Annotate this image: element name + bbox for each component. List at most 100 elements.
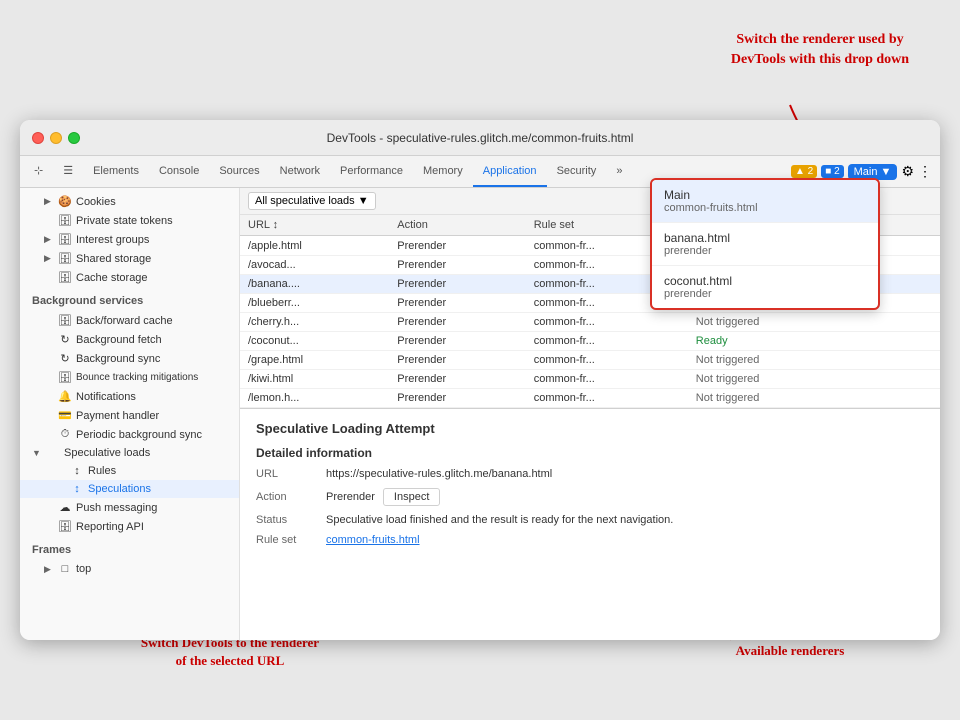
action-value: Prerender [326,491,375,503]
periodic-sync-icon: ⏱ [58,428,72,441]
cell-url: /blueberr... [240,294,389,313]
annotation-top-right: Switch the renderer used by DevTools wit… [710,30,930,69]
cell-action: Prerender [389,332,525,351]
sidebar-item-label: Private state tokens [76,215,173,227]
tab-security[interactable]: Security [547,156,607,187]
sidebar-item-label: Background sync [76,353,160,365]
sidebar-item-cookies[interactable]: ▶ 🍪 Cookies [20,192,239,211]
ruleset-label: Rule set [256,534,326,546]
tab-performance[interactable]: Performance [330,156,413,187]
tab-elements[interactable]: Elements [83,156,149,187]
sidebar-item-payment[interactable]: 💳 Payment handler [20,406,239,425]
renderer-item[interactable]: coconut.html prerender [652,266,878,308]
inspect-button[interactable]: Inspect [383,488,440,506]
bottom-panel: Speculative Loading Attempt Detailed inf… [240,408,940,640]
bottom-panel-subtitle: Detailed information [256,446,924,460]
tab-more[interactable]: » [606,156,632,187]
sidebar-item-top-frame[interactable]: ▶ □ top [20,560,239,578]
col-url[interactable]: URL ↕ [240,215,389,236]
cell-action: Prerender [389,236,525,256]
sidebar-item-bfcache[interactable]: 🗄 Back/forward cache [20,311,239,330]
cell-url: /kiwi.html [240,370,389,389]
sidebar-item-speculative-loads[interactable]: ▼ Speculative loads [20,444,239,462]
settings-icon[interactable]: ⚙ [901,163,914,180]
expand-icon: ▶ [44,564,54,575]
sidebar-item-bounce-tracking[interactable]: 🗄 Bounce tracking mitigations [20,368,239,387]
tab-console[interactable]: Console [149,156,209,187]
sidebar-item-rules[interactable]: ↕ Rules [20,462,239,480]
sidebar-item-interest-groups[interactable]: ▶ 🗄 Interest groups [20,230,239,249]
bounce-icon: 🗄 [58,371,72,384]
sidebar-item-cache-storage[interactable]: 🗄 Cache storage [20,268,239,287]
sidebar-item-reporting-api[interactable]: 🗄 Reporting API [20,517,239,536]
cell-action: Prerender [389,275,525,294]
cell-status: Not triggered [688,370,940,389]
sidebar-item-label: Background fetch [76,334,162,346]
sidebar-item-shared-storage[interactable]: ▶ 🗄 Shared storage [20,249,239,268]
traffic-lights [32,132,80,144]
sidebar-item-bg-sync[interactable]: ↻ Background sync [20,349,239,368]
sidebar-item-label: Interest groups [76,234,149,246]
sidebar-item-label: Periodic background sync [76,429,202,441]
table-row[interactable]: /coconut... Prerender common-fr... Ready [240,332,940,351]
close-button[interactable] [32,132,44,144]
tab-application[interactable]: Application [473,156,547,187]
sidebar-item-notifications[interactable]: 🔔 Notifications [20,387,239,406]
renderer-item-sub: prerender [664,288,866,300]
renderer-dropdown-popup: Main common-fruits.html banana.html prer… [650,178,880,310]
cell-action: Prerender [389,370,525,389]
detail-row-url: URL https://speculative-rules.glitch.me/… [256,468,924,480]
cell-status: Not triggered [688,351,940,370]
table-row[interactable]: /cherry.h... Prerender common-fr... Not … [240,313,940,332]
bg-fetch-icon: ↻ [58,333,72,346]
renderer-item-sub: common-fruits.html [664,202,866,214]
table-row[interactable]: /lemon.h... Prerender common-fr... Not t… [240,389,940,408]
tab-cursor-icon[interactable]: ⊹ [24,156,53,187]
sidebar-item-label: Reporting API [76,521,144,533]
sidebar-item-label: Speculative loads [64,447,150,459]
col-action[interactable]: Action [389,215,525,236]
renderer-item[interactable]: Main common-fruits.html [652,180,878,223]
expand-icon: ▼ [32,448,42,458]
frame-icon: □ [58,563,72,575]
sidebar-item-private-state[interactable]: 🗄 Private state tokens [20,211,239,230]
error-badge: ■ 2 [821,165,843,178]
tab-network[interactable]: Network [270,156,330,187]
table-row[interactable]: /grape.html Prerender common-fr... Not t… [240,351,940,370]
tab-sources[interactable]: Sources [209,156,269,187]
cell-url: /avocad... [240,256,389,275]
window-title: DevTools - speculative-rules.glitch.me/c… [327,131,634,145]
ruleset-link[interactable]: common-fruits.html [326,534,420,546]
tab-memory[interactable]: Memory [413,156,473,187]
cell-status: Not triggered [688,389,940,408]
notifications-icon: 🔔 [58,390,72,403]
renderer-item[interactable]: banana.html prerender [652,223,878,266]
expand-icon: ▶ [44,253,54,264]
status-not-triggered: Not triggered [696,354,760,366]
filter-label: All speculative loads ▼ [255,195,369,207]
cell-action: Prerender [389,294,525,313]
filter-dropdown[interactable]: All speculative loads ▼ [248,192,376,210]
table-row[interactable]: /kiwi.html Prerender common-fr... Not tr… [240,370,940,389]
cell-action: Prerender [389,256,525,275]
minimize-button[interactable] [50,132,62,144]
frames-header: Frames [20,536,239,560]
maximize-button[interactable] [68,132,80,144]
renderer-item-name: coconut.html [664,274,866,288]
more-icon[interactable]: ⋮ [918,163,932,180]
tab-device-icon[interactable]: ☰ [53,156,83,187]
status-ready: Ready [696,335,728,347]
shared-storage-icon: 🗄 [58,252,72,265]
cell-status: Not triggered [688,313,940,332]
title-bar: DevTools - speculative-rules.glitch.me/c… [20,120,940,156]
sidebar-item-bg-fetch[interactable]: ↻ Background fetch [20,330,239,349]
url-value: https://speculative-rules.glitch.me/bana… [326,468,552,480]
cell-action: Prerender [389,313,525,332]
sidebar-item-label: Shared storage [76,253,151,265]
sidebar-item-speculations[interactable]: ↕ Speculations [20,480,239,498]
cache-storage-icon: 🗄 [58,271,72,284]
sidebar-item-push-messaging[interactable]: ☁ Push messaging [20,498,239,517]
sidebar-item-periodic-sync[interactable]: ⏱ Periodic background sync [20,425,239,444]
annotation-bottom-right: Available renderers [710,642,870,660]
status-value: Speculative load finished and the result… [326,514,673,526]
